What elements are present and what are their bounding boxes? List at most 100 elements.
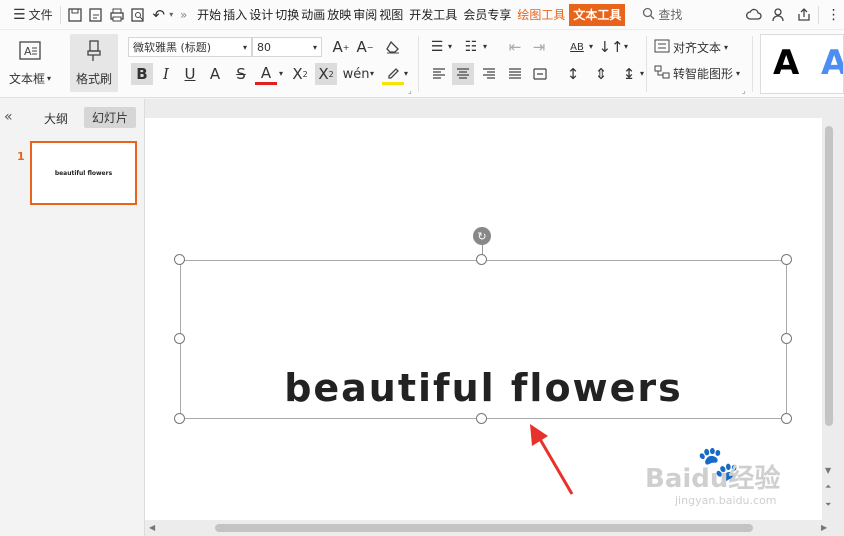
decrease-indent-icon[interactable]: ⇤ [504, 36, 526, 58]
slide-title-text[interactable]: beautiful flowers [181, 366, 786, 410]
tab-animations[interactable]: 动画 [300, 4, 326, 26]
tab-member[interactable]: 会员专享 [462, 4, 512, 26]
convert-smartart-button[interactable]: 转智能图形 ▾ [654, 63, 740, 83]
align-center-icon[interactable] [452, 63, 474, 85]
tab-design[interactable]: 设计 [248, 4, 274, 26]
clear-format-icon[interactable] [382, 36, 404, 58]
bold-icon[interactable]: B [131, 63, 153, 85]
distribute-icon[interactable] [529, 63, 551, 85]
more-options-icon[interactable]: ⋮ [823, 4, 844, 26]
line-spacing-options-icon[interactable]: ↨ [618, 63, 640, 85]
numbered-list-icon[interactable]: ☷ [460, 36, 482, 58]
numbered-dropdown-icon[interactable]: ▾ [483, 42, 487, 51]
align-text-button[interactable]: 对齐文本 ▾ [654, 37, 728, 57]
tab-home[interactable]: 开始 [196, 4, 222, 26]
text-box-selection[interactable]: beautiful flowers [180, 260, 787, 419]
tab-view[interactable]: 视图 [378, 4, 404, 26]
increase-font-icon[interactable]: A + [330, 36, 352, 58]
prev-slide-icon[interactable]: ⏶ [825, 482, 831, 492]
slide-thumbnail[interactable]: beautiful flowers [30, 141, 137, 205]
horizontal-scrollbar[interactable]: ◀ ▶ [145, 520, 835, 536]
save-icon[interactable] [65, 4, 86, 26]
undo-icon[interactable]: ↶ [148, 4, 169, 26]
font-size-select[interactable]: 80 ▾ [252, 37, 322, 57]
tab-review[interactable]: 审阅 [352, 4, 378, 26]
font-color-icon[interactable]: A [255, 63, 277, 85]
bullet-dropdown-icon[interactable]: ▾ [448, 42, 452, 51]
text-style-blue[interactable]: A [821, 43, 843, 83]
resize-handle-se[interactable] [781, 413, 792, 424]
file-menu-label: 文件 [28, 8, 53, 22]
vertical-scrollbar[interactable]: ▼ ⏶ ⏷ [822, 118, 836, 520]
underline-icon[interactable]: U [179, 63, 201, 85]
text-shadow-icon[interactable]: A [204, 63, 226, 85]
highlight-dropdown-icon[interactable]: ▾ [404, 69, 408, 78]
font-name-select[interactable]: 微软雅黑 (标题) ▾ [128, 37, 252, 57]
cloud-icon[interactable] [743, 4, 764, 26]
resize-handle-ne[interactable] [781, 254, 792, 265]
increase-indent-icon[interactable]: ⇥ [528, 36, 550, 58]
font-dialog-launcher-icon[interactable]: ⌟ [408, 86, 412, 95]
export-pdf-icon[interactable] [85, 4, 106, 26]
tab-insert[interactable]: 插入 [222, 4, 248, 26]
tab-developer[interactable]: 开发工具 [408, 4, 458, 26]
scroll-left-icon[interactable]: ◀ [149, 523, 155, 532]
divider [818, 5, 820, 24]
highlight-icon[interactable] [382, 63, 404, 85]
resize-handle-n[interactable] [476, 254, 487, 265]
rotate-handle[interactable]: ↻ [473, 227, 491, 245]
print-preview-icon[interactable] [127, 4, 148, 26]
scroll-down-icon[interactable]: ▼ [825, 466, 831, 475]
collapse-panel-icon[interactable]: « [4, 109, 13, 125]
sort-icon[interactable]: ↓↑ [598, 36, 623, 58]
text-direction-icon[interactable]: AB [566, 36, 588, 58]
search-label: 查找 [658, 8, 683, 22]
user-add-icon[interactable] [768, 4, 789, 26]
search-button[interactable]: 查找 [639, 3, 685, 27]
strikethrough-icon[interactable]: S [230, 63, 252, 85]
resize-handle-nw[interactable] [174, 254, 185, 265]
share-icon[interactable] [793, 4, 814, 26]
resize-handle-sw[interactable] [174, 413, 185, 424]
more-arrows-icon[interactable]: » [173, 4, 194, 26]
paragraph-dialog-launcher-icon[interactable]: ⌟ [742, 86, 746, 95]
resize-handle-w[interactable] [174, 333, 185, 344]
subscript-icon[interactable]: X2 [315, 63, 337, 85]
next-slide-icon[interactable]: ⏷ [825, 500, 831, 510]
tab-slideshow[interactable]: 放映 [326, 4, 352, 26]
superscript-icon[interactable]: X2 [289, 63, 311, 85]
tab-text-tools[interactable]: 文本工具 [569, 3, 626, 26]
align-left-icon[interactable] [428, 63, 450, 85]
text-style-gallery[interactable]: A A [760, 34, 844, 94]
bullet-list-icon[interactable]: ☰ [426, 36, 448, 58]
tab-slides[interactable]: 幻灯片 [84, 107, 137, 128]
text-direction-dropdown-icon[interactable]: ▾ [589, 42, 593, 51]
align-right-icon[interactable] [478, 63, 500, 85]
line-spacing-icon[interactable]: ↕ [562, 63, 584, 85]
tab-transitions[interactable]: 切换 [274, 4, 300, 26]
resize-handle-e[interactable] [781, 333, 792, 344]
horizontal-scroll-thumb[interactable] [215, 524, 753, 532]
sort-dropdown-icon[interactable]: ▾ [624, 42, 628, 51]
print-icon[interactable] [106, 4, 127, 26]
textbox-button[interactable]: A 文本框 ▾ [4, 34, 56, 92]
file-menu[interactable]: ☰ 文件 [10, 3, 56, 27]
font-color-dropdown-icon[interactable]: ▾ [279, 69, 283, 78]
tab-drawing-tools[interactable]: 绘图工具 [516, 4, 566, 26]
text-style-black[interactable]: A [773, 43, 799, 83]
scroll-right-icon[interactable]: ▶ [821, 523, 827, 532]
phonetic-dropdown-icon[interactable]: ▾ [370, 69, 374, 78]
decrease-font-icon[interactable]: A − [354, 36, 376, 58]
resize-handle-s[interactable] [476, 413, 487, 424]
format-painter-button[interactable]: 格式刷 [70, 34, 118, 92]
italic-icon[interactable]: I [155, 63, 177, 85]
slide[interactable]: ↻ beautiful flowers 🐾 Baidu经验 jingyan.ba… [145, 118, 823, 520]
tab-outline[interactable]: 大纲 [44, 110, 68, 127]
justify-icon[interactable] [504, 63, 526, 85]
paragraph-spacing-icon[interactable]: ⇕ [590, 63, 612, 85]
title-bar: ☰ 文件 ↶ ▾ » 开始 插入 设计 切换 动画 放映 审阅 视图 开发工具 … [0, 0, 844, 30]
phonetic-guide-icon[interactable]: wén [343, 63, 370, 85]
divider [646, 36, 647, 92]
line-spacing-dropdown-icon[interactable]: ▾ [640, 69, 644, 78]
vertical-scroll-thumb[interactable] [825, 126, 833, 426]
